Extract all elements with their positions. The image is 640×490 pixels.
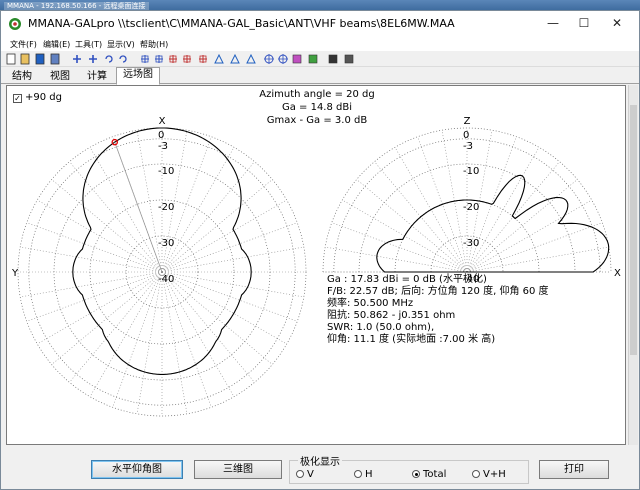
paint-icon[interactable] [291, 53, 303, 65]
wire-icon[interactable] [167, 53, 179, 65]
line-icon[interactable] [229, 53, 241, 65]
polar-plots: 0-3-10-20-30-400-3-10-20-30-40XYZX [11, 116, 621, 417]
radio-vh-dot[interactable] [472, 470, 480, 478]
radio-total[interactable]: Total [412, 469, 446, 480]
menu-view[interactable]: 显示(V) [107, 39, 135, 50]
result-frequency: 频率: 50.500 MHz [327, 298, 414, 309]
tab-structure[interactable]: 结构 [5, 69, 39, 84]
far-field-plot-area: 0 -3 -10 -20 -30 -40 0 -3 -10 -20 -30 -40 X Y Z X ✓ +90 … [6, 85, 626, 445]
print-button[interactable]: 打印 [539, 460, 609, 479]
polarization-group: 极化显示 V H Total V+H [289, 453, 529, 484]
axis-label-y: Y [11, 268, 19, 279]
plus90-checkbox[interactable]: ✓ +90 dg [13, 92, 62, 103]
redo-icon[interactable] [117, 53, 129, 65]
radio-total-label: Total [423, 469, 447, 480]
ring-label-left: 0 [158, 130, 164, 141]
segment-icon[interactable] [181, 53, 193, 65]
gain-value: Ga = 14.8 dBi [281, 102, 353, 113]
elevation-plot-button[interactable]: 水平仰角图 [91, 460, 183, 479]
titlebar[interactable]: MMANA-GALpro \\tsclient\C\MMANA-GAL_Basi… [1, 11, 639, 37]
ring-label-right: -20 [463, 202, 479, 213]
tab-far-field[interactable]: 远场图 [116, 67, 160, 85]
pencil-icon[interactable] [213, 53, 225, 65]
ring-label-right: -30 [463, 238, 479, 249]
result-elevation: 仰角: 11.1 度 (实际地面 :7.00 米 高) [327, 334, 496, 345]
menu-file[interactable]: 文件(F) [10, 39, 37, 50]
axis-label-x-left: X [159, 116, 166, 127]
main-window: MMANA-GALpro \\tsclient\C\MMANA-GAL_Basi… [0, 10, 640, 490]
undo-icon[interactable] [103, 53, 115, 65]
tab-strip: 结构 视图 计算 远场图 [1, 67, 639, 85]
radio-vh-label: V+H [483, 469, 506, 480]
axis-label-z: Z [464, 116, 471, 127]
open-file-icon[interactable] [19, 53, 31, 65]
ring-label-right: 0 [463, 130, 469, 141]
app-icon [9, 18, 21, 30]
add-icon[interactable] [71, 53, 83, 65]
table-icon[interactable] [343, 53, 355, 65]
ring-label-left: -10 [158, 166, 174, 177]
tab-calculate[interactable]: 计算 [80, 69, 114, 84]
bottom-panel: 水平仰角图 三维图 极化显示 V H Total V+H 打印 [1, 447, 639, 487]
crosshair-icon[interactable] [277, 53, 289, 65]
minimize-button[interactable]: — [539, 11, 567, 35]
radio-h-label: H [365, 469, 373, 480]
move-icon[interactable] [139, 53, 151, 65]
toolbar [1, 51, 639, 67]
result-impedance: 阻抗: 50.862 - j0.351 ohm [327, 310, 456, 321]
radio-h-dot[interactable] [354, 470, 362, 478]
tools-icon[interactable] [327, 53, 339, 65]
radio-v-label: V [307, 469, 314, 480]
triangle-icon[interactable] [245, 53, 257, 65]
plus90-label: +90 dg [25, 92, 62, 103]
remote-desktop-title[interactable]: MMANA - 192.168.50.166 - 远程桌面连接 [0, 2, 149, 10]
menu-help[interactable]: 帮助(H) [140, 39, 168, 50]
ring-label-left: -3 [158, 141, 168, 152]
3d-plot-button[interactable]: 三维图 [194, 460, 282, 479]
tab-view[interactable]: 视图 [43, 69, 77, 84]
scrollbar-thumb[interactable] [630, 105, 637, 355]
polarization-label: 极化显示 [298, 453, 342, 468]
gmax-value: Gmax - Ga = 3.0 dB [266, 115, 368, 126]
result-fb: F/B: 22.57 dB; 后向: 方位角 120 度, 仰角 60 度 [327, 286, 549, 297]
horizontal-pattern-curve [72, 127, 252, 375]
menu-edit[interactable]: 编辑(E) [43, 39, 70, 50]
save-icon[interactable] [34, 53, 46, 65]
result-swr: SWR: 1.0 (50.0 ohm), [327, 322, 435, 333]
menu-tools[interactable]: 工具(T) [75, 39, 102, 50]
remove-icon[interactable] [87, 53, 99, 65]
color-icon[interactable] [307, 53, 319, 65]
target-icon[interactable] [263, 53, 275, 65]
azimuth-angle: Azimuth angle = 20 dg [259, 89, 375, 100]
vertical-scrollbar[interactable] [628, 85, 638, 445]
plot-header-info: Azimuth angle = 20 dg Ga = 14.8 dBi Gmax… [217, 88, 417, 127]
checkbox-box[interactable]: ✓ [13, 94, 22, 103]
ring-label-right: -3 [463, 141, 473, 152]
window-title: MMANA-GALpro \\tsclient\C\MMANA-GAL_Basi… [28, 17, 455, 30]
rotate-icon[interactable] [153, 53, 165, 65]
result-gain: Ga : 17.83 dBi = 0 dB (水平极化) [327, 274, 487, 285]
ring-label-left: -20 [158, 202, 174, 213]
pattern-results: Ga : 17.83 dBi = 0 dB (水平极化) F/B: 22.57 … [327, 274, 549, 346]
radio-v-dot[interactable] [296, 470, 304, 478]
close-button[interactable]: ✕ [603, 11, 631, 35]
ring-label-right: -10 [463, 166, 479, 177]
radio-v[interactable]: V [296, 469, 314, 480]
axis-label-x-right: X [614, 268, 621, 279]
remote-desktop-bar: MMANA - 192.168.50.166 - 远程桌面连接 [0, 0, 640, 10]
copy-icon[interactable] [49, 53, 61, 65]
ring-label-left: -30 [158, 238, 174, 249]
menubar: 文件(F) 编辑(E) 工具(T) 显示(V) 帮助(H) [1, 37, 639, 51]
grid-icon[interactable] [197, 53, 209, 65]
ring-label-left: -40 [158, 274, 174, 285]
maximize-button[interactable]: ☐ [570, 11, 598, 35]
radio-h[interactable]: H [354, 469, 373, 480]
new-file-icon[interactable] [5, 53, 17, 65]
radio-v-plus-h[interactable]: V+H [472, 469, 506, 480]
radio-total-dot[interactable] [412, 470, 420, 478]
